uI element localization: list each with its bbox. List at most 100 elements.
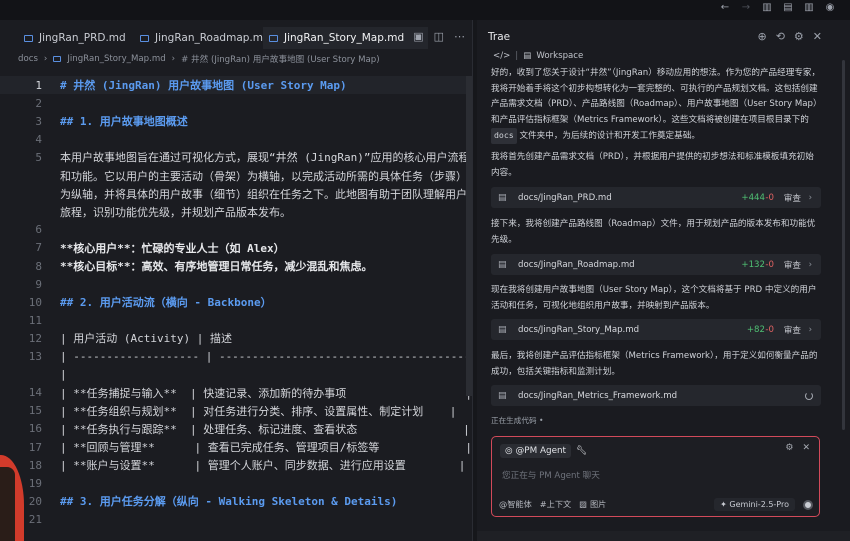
code-line[interactable]: 12 | 用户活动 (Activity) | 描述 | — [0, 329, 472, 347]
line-number: 11 — [28, 313, 42, 327]
chevron-right-icon: › — [43, 54, 48, 64]
back-arrow-icon[interactable]: ← — [719, 2, 731, 14]
line-number: 5 — [35, 150, 42, 164]
history-icon[interactable]: ⟲ — [776, 30, 785, 43]
split-editor-icon[interactable]: ◫ — [434, 30, 444, 43]
code-line[interactable]: 2 — [0, 94, 472, 112]
code-line[interactable]: 和功能。它以用户的主要活动（骨架）为横轴，以完成活动所需的具体任务（步骤） — [0, 167, 472, 185]
chevron-right-icon[interactable]: › — [809, 325, 812, 335]
forward-arrow-icon[interactable]: → — [740, 2, 752, 14]
wrench-icon[interactable]: 🔧︎ — [576, 446, 587, 456]
code-line[interactable]: 7 **核心用户**：忙碌的专业人士（如 Alex） — [0, 239, 472, 257]
file-change-card[interactable]: ▤ docs/JingRan_Metrics_Framework.md — [491, 385, 821, 406]
chevron-right-icon[interactable]: › — [809, 193, 812, 203]
code-line[interactable]: 9 — [0, 275, 472, 293]
code-line[interactable]: 21 — [0, 510, 472, 528]
code-line[interactable]: 17 | **回顾与管理** | 查看已完成任务、管理项目/标签等 | — [0, 438, 473, 456]
add-chat-icon[interactable]: ⊕ — [757, 30, 766, 43]
code-line[interactable]: | — [0, 366, 472, 384]
code-line[interactable]: 6 — [0, 221, 472, 239]
code-line[interactable]: 旅程，识别功能优先级，并规划产品版本发布。 — [0, 203, 472, 221]
chevron-right-icon[interactable]: › — [809, 260, 812, 270]
agent-button[interactable]: @智能体 — [499, 498, 532, 510]
review-button[interactable]: 审查 — [784, 324, 801, 336]
breadcrumb-symbol[interactable]: # 井然 (JingRan) 用户故事地图 (User Story Map) — [181, 53, 380, 65]
line-number: 12 — [28, 331, 42, 345]
file-name[interactable]: docs/JingRan_Roadmap.md — [518, 260, 635, 270]
code-line[interactable]: 15 | **任务组织与规划** | 对任务进行分类、排序、设置属性、制定计划 | — [0, 402, 472, 420]
code-line[interactable]: 20 ## 3. 用户任务分解（纵向 - Walking Skeleton & D… — [0, 492, 472, 510]
code-line[interactable]: 14 | **任务捕捉与输入** | 快速记录、添加新的待办事项 | — [0, 384, 472, 402]
code-line[interactable]: 5 本用户故事地图旨在通过可视化方式，展现“井然 (JingRan)”应用的核心用… — [0, 148, 472, 166]
file-icon: ▤ — [498, 259, 507, 270]
panel-scrollbar[interactable] — [842, 60, 845, 430]
layout-bottom-icon[interactable]: ▤ — [782, 2, 794, 14]
code-text: | **任务执行与跟踪** | 处理任务、标记进度、查看状态 | — [60, 422, 470, 436]
agent-icon: ◎ — [505, 446, 513, 456]
review-button[interactable]: 审查 — [784, 259, 801, 271]
code-line[interactable]: 11 — [0, 311, 472, 329]
markdown-file-icon — [24, 34, 33, 42]
file-icon: ▤ — [498, 324, 507, 335]
preview-icon[interactable]: ▣ — [413, 30, 423, 43]
code-text: 和功能。它以用户的主要活动（骨架）为横轴，以完成活动所需的具体任务（步骤） — [60, 169, 467, 183]
chat-input-box[interactable]: ◎ @PM Agent 🔧︎ ⚙ ✕ 您正在与 PM Agent 聊天 @智能体… — [491, 436, 820, 517]
line-number: 6 — [35, 223, 42, 237]
more-icon[interactable]: ⋯ — [454, 30, 465, 43]
context-button[interactable]: #上下文 — [540, 498, 571, 510]
file-name[interactable]: docs/JingRan_PRD.md — [518, 193, 612, 203]
code-line[interactable]: 8 **核心目标**：高效、有序地管理日常任务，减少混乱和焦虑。 — [0, 257, 472, 275]
title-bar: ← → ▥ ▤ ▥ ◉ — [0, 0, 850, 20]
breadcrumb-file[interactable]: JingRan_Story_Map.md — [67, 54, 165, 64]
code-line[interactable]: 10 ## 2. 用户活动流（横向 - Backbone） — [0, 293, 472, 311]
layout-right-icon[interactable]: ▥ — [803, 2, 815, 14]
layout-left-icon[interactable]: ▥ — [761, 2, 773, 14]
code-text: **核心用户**：忙碌的专业人士（如 Alex） — [60, 241, 285, 255]
presenter-hair — [0, 467, 15, 541]
lines-added: +82 — [746, 324, 765, 335]
file-name[interactable]: docs/JingRan_Story_Map.md — [518, 325, 639, 335]
file-change-card[interactable]: ▤ docs/JingRan_Roadmap.md +132 -0 审查 › — [491, 254, 821, 275]
code-text: | **回顾与管理** | 查看已完成任务、管理项目/标签等 | — [60, 441, 473, 454]
chat-input-placeholder[interactable]: 您正在与 PM Agent 聊天 — [502, 469, 600, 481]
message-text: 好的，收到了您关于设计“井然”（JingRan）移动应用的想法。作为您的产品经理… — [491, 66, 821, 145]
file-name[interactable]: docs/JingRan_Metrics_Framework.md — [518, 391, 677, 401]
code-line[interactable]: 3 ## 1. 用户故事地图概述 — [0, 112, 472, 130]
code-text: ## 2. 用户活动流（横向 - Backbone） — [60, 296, 272, 310]
close-icon[interactable]: ✕ — [802, 443, 810, 453]
breadcrumb-folder[interactable]: docs — [18, 54, 38, 64]
code-line[interactable]: 4 — [0, 130, 472, 148]
code-text: ## 3. 用户任务分解（纵向 - Walking Skeleton & Det… — [60, 495, 398, 509]
review-button[interactable]: 审查 — [784, 192, 801, 204]
gear-icon[interactable]: ⚙ — [785, 443, 793, 453]
breadcrumb: docs › JingRan_Story_Map.md › # 井然 (Jing… — [18, 53, 380, 65]
image-button[interactable]: ▨ 图片 — [579, 498, 606, 510]
code-line[interactable]: 19 — [0, 474, 472, 492]
agent-tag[interactable]: ◎ @PM Agent — [500, 444, 572, 458]
line-number: 15 — [28, 404, 42, 418]
code-icon: </> — [493, 51, 511, 61]
message-text: 我将首先创建产品需求文档（PRD），并根据用户提供的初步想法和标准模板填充初始内… — [491, 152, 814, 178]
close-icon[interactable]: ✕ — [813, 30, 822, 43]
line-number: 14 — [28, 386, 42, 400]
code-line[interactable]: 13 | ------------------- | --------------… — [0, 348, 472, 366]
workspace-tag[interactable]: </> | ▤ Workspace — [493, 51, 583, 61]
tab-roadmap[interactable]: JingRan_Roadmap.md — [134, 27, 276, 49]
code-line[interactable]: 16 | **任务执行与跟踪** | 处理任务、标记进度、查看状态 | — [0, 420, 472, 438]
file-change-card[interactable]: ▤ docs/JingRan_Story_Map.md +82 -0 审查 › — [491, 319, 821, 340]
code-line[interactable]: 1 # 井然 (JingRan) 用户故事地图 (User Story Map) — [0, 76, 472, 94]
code-line[interactable]: 为纵轴，并将具体的用户故事（细节）组织在任务之下。此地图有助于团队理解用户 — [0, 185, 472, 203]
gear-icon[interactable]: ⚙ — [794, 30, 804, 43]
editor-scrollbar[interactable] — [466, 76, 472, 396]
file-change-card[interactable]: ▤ docs/JingRan_PRD.md +444 -0 审查 › — [491, 187, 821, 208]
line-number: 7 — [35, 241, 42, 255]
code-text: 本用户故事地图旨在通过可视化方式，展现“井然 (JingRan)”应用的核心用户… — [60, 151, 470, 165]
send-button[interactable] — [803, 500, 813, 510]
account-icon[interactable]: ◉ — [824, 2, 836, 14]
tab-prd[interactable]: JingRan_PRD.md — [18, 27, 132, 49]
tab-story-map[interactable]: JingRan_Story_Map.md ✕ — [263, 27, 428, 49]
model-selector[interactable]: ✦ Gemini-2.5-Pro — [714, 498, 795, 511]
code-line[interactable]: 18 | **账户与设置** | 管理个人账户、同步数据、进行应用设置 | — [0, 456, 472, 474]
line-number: 13 — [28, 350, 42, 363]
lines-removed: -0 — [765, 259, 774, 270]
